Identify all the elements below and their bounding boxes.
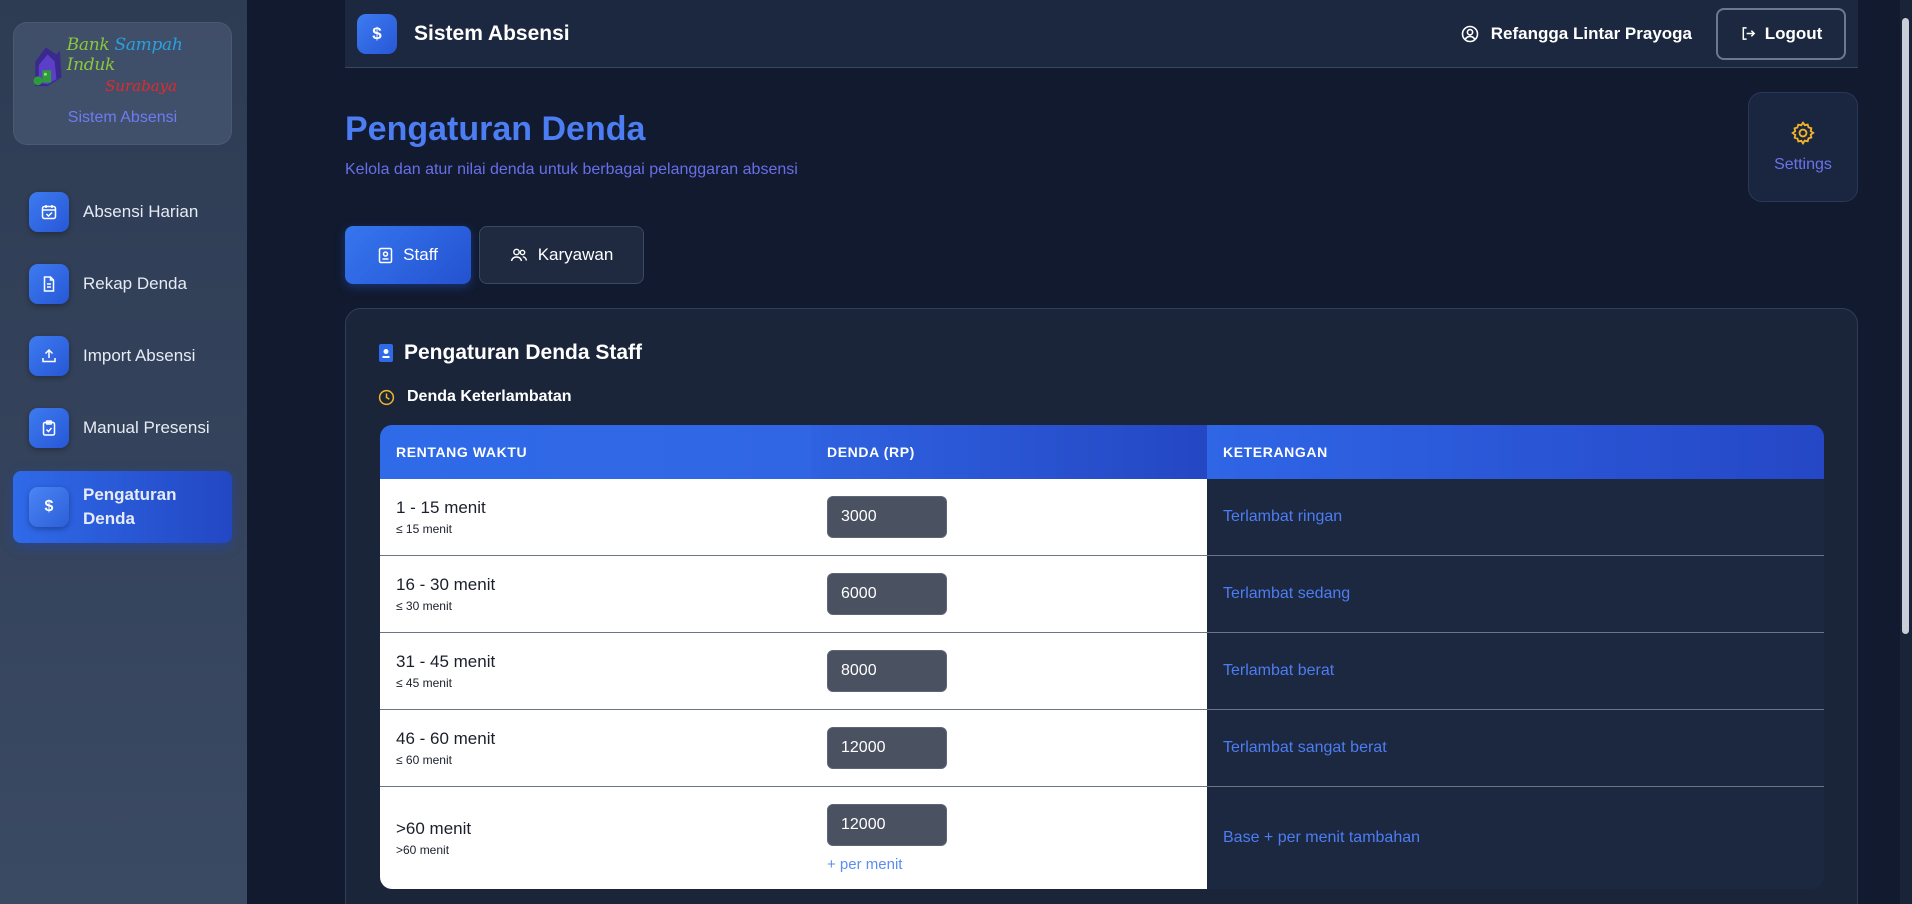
logout-label: Logout [1764, 23, 1823, 43]
tab-karyawan[interactable]: Karyawan [479, 226, 644, 284]
page-title: Pengaturan Denda [345, 110, 646, 148]
column-header-denda: DENDA (RP) [811, 425, 1207, 479]
logout-button[interactable]: Logout [1716, 7, 1846, 60]
column-header-keterangan: KETERANGAN [1207, 425, 1824, 479]
sidebar-item-rekap-denda[interactable]: Rekap Denda [13, 255, 232, 313]
scrollbar-thumb[interactable] [1902, 18, 1909, 634]
denda-input[interactable] [827, 650, 947, 692]
table-row: 1 - 15 menit ≤ 15 menit Terlambat ringan [380, 479, 1824, 556]
logo-word-induk: Induk [66, 55, 116, 75]
sidebar-item-label: Rekap Denda [83, 274, 187, 293]
keterangan-cell: Terlambat sangat berat [1207, 710, 1824, 786]
sidebar-item-label: Import Absensi [83, 346, 196, 365]
clock-icon [378, 389, 395, 405]
app-title: Sistem Absensi [414, 21, 570, 45]
user-menu[interactable]: Refangga Lintar Prayoga [1461, 24, 1692, 44]
table-row: 31 - 45 menit ≤ 45 menit Terlambat berat [380, 633, 1824, 710]
tab-label: Karyawan [537, 245, 614, 264]
id-badge-icon [379, 344, 393, 362]
denda-input[interactable] [827, 496, 947, 538]
app-logo: $ [357, 13, 397, 54]
range-label: 1 - 15 menit [396, 498, 486, 517]
table-header: RENTANG WAKTU DENDA (RP) KETERANGAN [380, 425, 1824, 479]
denda-staff-panel: Pengaturan Denda Staff Denda Keterlambat… [345, 308, 1858, 904]
denda-cell [811, 633, 1207, 709]
sidebar-item-label: Absensi Harian [83, 202, 199, 221]
keterangan-cell: Base + per menit tambahan [1207, 787, 1824, 889]
range-cell: >60 menit >60 menit [380, 787, 811, 889]
range-label: 46 - 60 menit [396, 729, 496, 748]
column-header-rentang-waktu: RENTANG WAKTU [380, 425, 811, 479]
denda-cell [811, 479, 1207, 555]
logout-icon [1742, 27, 1755, 40]
sidebar-item-absensi-harian[interactable]: Absensi Harian [13, 183, 232, 241]
panel-title-text: Pengaturan Denda Staff [404, 341, 643, 364]
calendar-check-icon [29, 192, 69, 232]
range-cell: 16 - 30 menit ≤ 30 menit [380, 556, 811, 632]
logo-word-bank: Bank [66, 35, 115, 55]
range-sublabel: ≤ 45 menit [396, 676, 452, 690]
range-cell: 31 - 45 menit ≤ 45 menit [380, 633, 811, 709]
panel-title: Pengaturan Denda Staff [378, 341, 642, 365]
brand-subtitle: Sistem Absensi [67, 109, 178, 126]
id-badge-icon [378, 247, 393, 263]
per-menit-label: + per menit [827, 855, 903, 873]
page-subtitle: Kelola dan atur nilai denda untuk berbag… [345, 161, 798, 178]
range-cell: 46 - 60 menit ≤ 60 menit [380, 710, 811, 786]
tab-label: Staff [403, 245, 438, 264]
logo-word-sampah: Sampah [114, 35, 183, 55]
settings-label: Settings [1774, 156, 1832, 173]
denda-input[interactable] [827, 803, 947, 846]
user-name: Refangga Lintar Prayoga [1490, 23, 1692, 43]
sidebar-item-manual-presensi[interactable]: Manual Presensi [13, 399, 232, 457]
brand-card: Bank Sampah Induk Surabaya Sistem Absens… [13, 22, 232, 145]
clipboard-check-icon [29, 408, 69, 448]
user-circle-icon [1461, 25, 1479, 42]
sidebar-item-import-absensi[interactable]: Import Absensi [13, 327, 232, 385]
sidebar: Bank Sampah Induk Surabaya Sistem Absens… [0, 0, 247, 904]
gear-icon [1791, 121, 1815, 145]
tab-staff[interactable]: Staff [345, 226, 471, 284]
denda-table: RENTANG WAKTU DENDA (RP) KETERANGAN 1 - … [380, 425, 1824, 889]
upload-icon [29, 336, 69, 376]
denda-input[interactable] [827, 727, 947, 769]
settings-button[interactable]: Settings [1748, 92, 1858, 202]
table-row: 46 - 60 menit ≤ 60 menit Terlambat sanga… [380, 710, 1824, 787]
sidebar-nav: Absensi Harian Rekap Denda Import Absens… [13, 183, 234, 543]
range-label: 31 - 45 menit [396, 652, 496, 671]
document-icon [29, 264, 69, 304]
page-scrollbar[interactable] [1900, 0, 1912, 904]
range-label: 16 - 30 menit [396, 575, 496, 594]
dollar-icon: $ [29, 487, 69, 527]
keterangan-cell: Terlambat sedang [1207, 556, 1824, 632]
range-cell: 1 - 15 menit ≤ 15 menit [380, 479, 811, 555]
table-row: 16 - 30 menit ≤ 30 menit Terlambat sedan… [380, 556, 1824, 633]
range-label: >60 menit [396, 819, 472, 838]
table-row: >60 menit >60 menit + per menit Base + p… [380, 787, 1824, 889]
bank-sampah-logo: Bank Sampah Induk Surabaya [30, 35, 216, 95]
section-title: Denda Keterlambatan [378, 388, 572, 406]
sidebar-item-label: Pengaturan Denda [83, 485, 177, 528]
logo-mark-icon [33, 47, 62, 87]
keterangan-cell: Terlambat berat [1207, 633, 1824, 709]
range-sublabel: >60 menit [396, 843, 450, 857]
section-title-text: Denda Keterlambatan [407, 388, 572, 405]
logo-line1: Bank Sampah Induk [67, 35, 216, 75]
denda-cell: + per menit [811, 787, 1207, 889]
denda-cell [811, 710, 1207, 786]
sidebar-item-pengaturan-denda[interactable]: $ Pengaturan Denda [13, 471, 232, 543]
logo-word-surabaya: Surabaya [105, 77, 178, 95]
topbar: $ Sistem Absensi Refangga Lintar Prayoga… [345, 0, 1858, 68]
range-sublabel: ≤ 15 menit [396, 522, 452, 536]
logo-text: Bank Sampah Induk Surabaya [67, 35, 216, 95]
denda-cell [811, 556, 1207, 632]
range-sublabel: ≤ 30 menit [396, 599, 452, 613]
dollar-glyph: $ [44, 498, 54, 515]
sidebar-item-label: Manual Presensi [83, 418, 210, 437]
range-sublabel: ≤ 60 menit [396, 753, 452, 767]
users-icon [510, 248, 527, 262]
denda-input[interactable] [827, 573, 947, 615]
keterangan-cell: Terlambat ringan [1207, 479, 1824, 555]
